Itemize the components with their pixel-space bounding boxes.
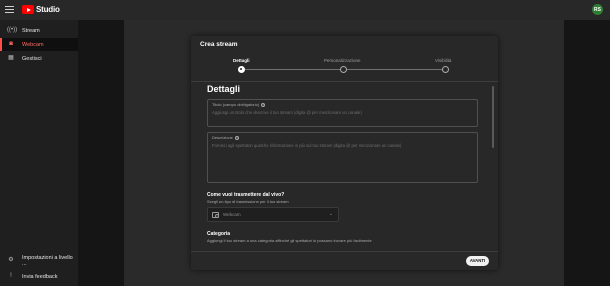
- create-stream-dialog: Crea stream Dettagli Personalizzazione V…: [191, 36, 498, 270]
- top-bar: Studio RS: [0, 0, 610, 20]
- title-field-placeholder: Aggiungi un titolo che descrive il tuo s…: [212, 110, 362, 115]
- stream-type-select[interactable]: Webcam ⌄: [207, 207, 339, 222]
- logo-text: Studio: [36, 5, 60, 14]
- description-field-label: Descrizione ?: [212, 135, 239, 140]
- menu-icon[interactable]: [5, 6, 14, 13]
- stream-type-subtitle: Scegli un tipo di trasmissione per il tu…: [207, 199, 289, 204]
- description-field-placeholder: Fornisci agli spettatori qualche informa…: [212, 143, 402, 148]
- help-icon[interactable]: ?: [261, 102, 266, 107]
- section-title: Dettagli: [207, 84, 241, 94]
- stream-type-value: Webcam: [223, 212, 241, 217]
- step-label-personalizzazione: Personalizzazione: [324, 58, 361, 63]
- sidebar-item-gestisci[interactable]: ▦ Gestisci: [0, 52, 78, 65]
- stream-icon: ((•)): [7, 27, 18, 33]
- sidebar: ((•)) Stream ◙ Webcam ▦ Gestisci ⚙ Impos…: [0, 20, 78, 286]
- calendar-icon: ▦: [8, 55, 14, 61]
- description-field-label-text: Descrizione: [212, 135, 233, 140]
- dialog-footer: AVANTI: [191, 251, 498, 270]
- sidebar-item-label: Invia feedback: [22, 273, 58, 280]
- sidebar-item-label: Impostazioni a livello ...: [22, 254, 73, 267]
- step-dot-visibilita[interactable]: [442, 66, 449, 73]
- step-label-dettagli: Dettagli: [233, 58, 250, 63]
- title-field[interactable]: Titolo (campo obbligatorio) ? Aggiungi u…: [207, 99, 478, 127]
- stepper: Dettagli Personalizzazione Visibilità: [191, 58, 498, 78]
- stream-type-question: Come vuoi trasmettere dal vivo?: [207, 192, 285, 198]
- sidebar-item-label: Stream: [22, 27, 40, 34]
- avatar[interactable]: RS: [592, 4, 603, 15]
- sidebar-item-webcam[interactable]: ◙ Webcam: [0, 38, 78, 51]
- sidebar-item-label: Gestisci: [22, 55, 42, 62]
- chevron-down-icon: ⌄: [328, 211, 333, 217]
- title-field-label-text: Titolo (campo obbligatorio): [212, 102, 260, 107]
- scrollbar[interactable]: [492, 86, 494, 148]
- sidebar-item-feedback[interactable]: ! Invia feedback: [0, 270, 78, 283]
- camera-icon: [212, 212, 219, 218]
- sidebar-item-settings[interactable]: ⚙ Impostazioni a livello ...: [0, 254, 78, 267]
- step-dot-dettagli[interactable]: [238, 66, 245, 73]
- gear-icon: ⚙: [8, 257, 14, 263]
- next-button[interactable]: AVANTI: [466, 256, 489, 266]
- help-icon[interactable]: ?: [234, 135, 239, 140]
- sidebar-item-label: Webcam: [22, 41, 44, 48]
- category-title: Categoria: [207, 231, 231, 237]
- category-subtitle: Aggiungi il tuo stream a una categoria a…: [207, 238, 372, 243]
- description-field[interactable]: Descrizione ? Fornisci agli spettatori q…: [207, 132, 478, 183]
- step-label-visibilita: Visibilità: [435, 58, 452, 63]
- step-dot-personalizzazione[interactable]: [340, 66, 347, 73]
- dialog-title: Crea stream: [200, 41, 238, 48]
- feedback-icon: !: [10, 273, 12, 279]
- youtube-studio-logo[interactable]: Studio: [22, 5, 60, 14]
- youtube-logo-icon: [22, 5, 34, 14]
- title-field-label: Titolo (campo obbligatorio) ?: [212, 102, 266, 107]
- sidebar-item-stream[interactable]: ((•)) Stream: [0, 24, 78, 37]
- webcam-icon: ◙: [9, 41, 13, 47]
- divider: [191, 81, 498, 82]
